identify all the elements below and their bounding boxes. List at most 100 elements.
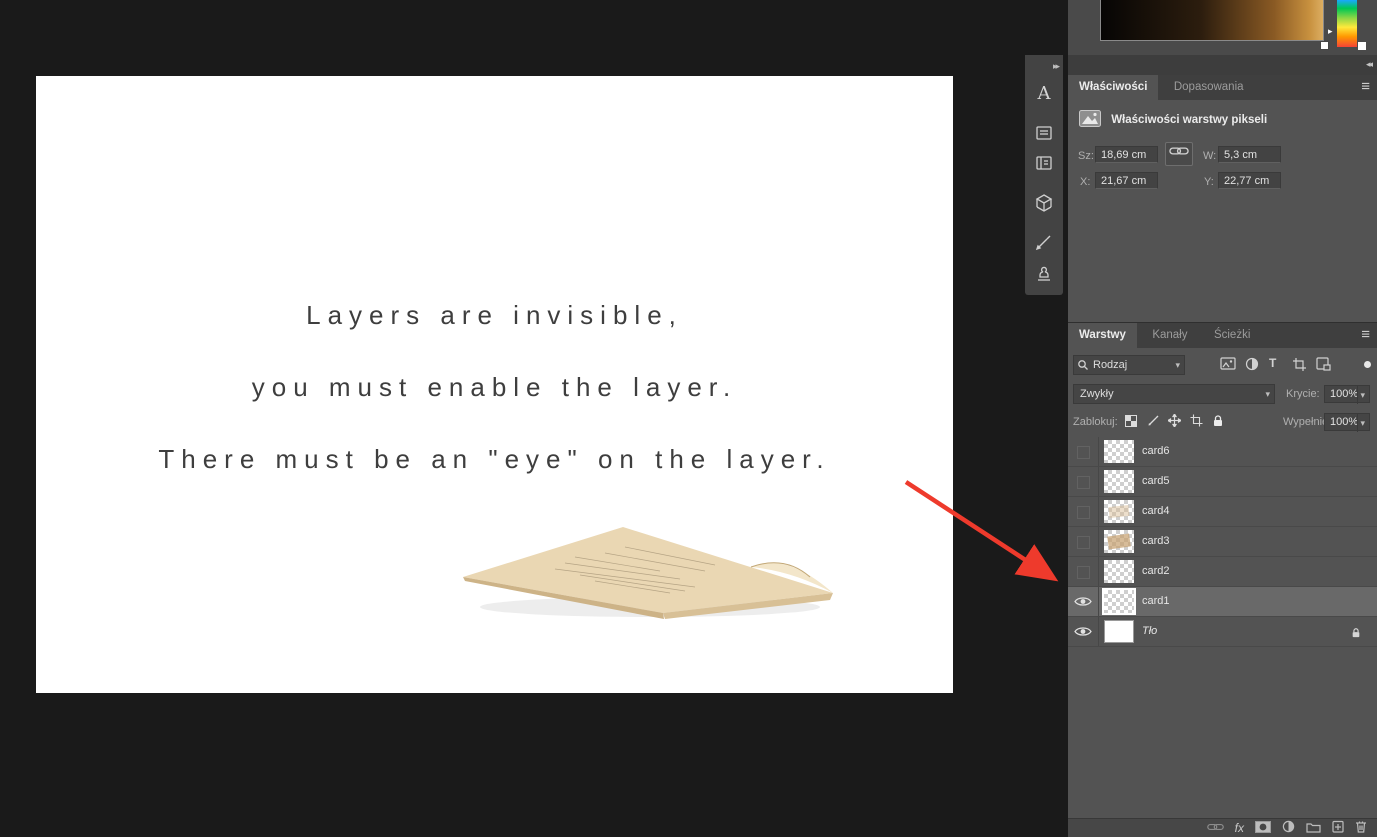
filter-shape-layers-icon[interactable] — [1292, 357, 1307, 377]
filter-smart-objects-icon[interactable] — [1316, 357, 1331, 376]
color-swatch-white[interactable] — [1358, 42, 1366, 50]
layer-name: card3 — [1142, 535, 1170, 547]
layers-footer: fx — [1068, 818, 1377, 837]
layer-list: card6 card5 card4 card3 card2 card1 Tło — [1068, 437, 1377, 647]
hue-ramp[interactable] — [1337, 0, 1357, 47]
hidden-eye-well — [1077, 536, 1090, 549]
link-layers-icon[interactable] — [1206, 822, 1224, 835]
opacity-field[interactable]: 100% ▾ — [1324, 385, 1370, 404]
layer-row-card3[interactable]: card3 — [1068, 527, 1377, 557]
layer-thumbnail[interactable] — [1104, 560, 1134, 583]
panel-menu-icon[interactable]: ≡ — [1361, 326, 1370, 343]
layer-name: card4 — [1142, 505, 1170, 517]
canvas-text-line: Layers are invisible, — [306, 300, 683, 330]
lock-all-icon[interactable] — [1212, 414, 1224, 432]
visibility-toggle[interactable] — [1068, 617, 1099, 646]
visibility-toggle[interactable] — [1068, 437, 1099, 466]
layers-panel: Rodzaj ▾ T Zwykły ▾ Krycie: 100% ▾ Zablo… — [1068, 348, 1377, 818]
visibility-toggle[interactable] — [1068, 467, 1099, 496]
lock-pixels-icon[interactable] — [1147, 414, 1160, 432]
new-group-icon[interactable] — [1306, 821, 1321, 836]
properties-subtitle: Właściwości warstwy pikseli — [1079, 110, 1267, 130]
properties-subtitle-text: Właściwości warstwy pikseli — [1111, 114, 1268, 126]
fill-field[interactable]: 100% ▾ — [1324, 413, 1370, 432]
opacity-label: Krycie: — [1286, 388, 1320, 400]
brushes-panel-icon[interactable] — [1025, 233, 1063, 256]
layer-row-card2[interactable]: card2 — [1068, 557, 1377, 587]
tab-adjustments[interactable]: Dopasowania — [1163, 75, 1255, 100]
layer-row-card4[interactable]: card4 — [1068, 497, 1377, 527]
layer-thumbnail[interactable] — [1102, 588, 1136, 615]
filter-label: Rodzaj — [1093, 359, 1128, 371]
height-field[interactable]: 5,3 cm — [1218, 146, 1281, 163]
collapsed-panels-strip: ▸▸ A — [1025, 55, 1063, 295]
width-field[interactable]: 18,69 cm — [1095, 146, 1158, 163]
gradient-stop-marker[interactable] — [1320, 41, 1329, 50]
layer-lock-icon — [1351, 625, 1361, 643]
visibility-toggle[interactable] — [1068, 497, 1099, 526]
hidden-eye-well — [1077, 566, 1090, 579]
tab-paths[interactable]: Ścieżki — [1203, 323, 1261, 348]
filter-pixel-layers-icon[interactable] — [1220, 357, 1236, 375]
layers-tabbar: Warstwy Kanały Ścieżki ≡ — [1068, 322, 1377, 348]
new-layer-icon[interactable] — [1332, 820, 1344, 836]
hue-slider-marker[interactable]: ▸ — [1328, 26, 1333, 37]
hidden-eye-well — [1077, 476, 1090, 489]
glyphs-panel-icon[interactable] — [1025, 155, 1063, 176]
layer-row-background[interactable]: Tło — [1068, 617, 1377, 647]
paragraph-panel-icon[interactable] — [1025, 125, 1063, 146]
add-mask-icon[interactable] — [1255, 820, 1271, 836]
layer-style-icon[interactable]: fx — [1235, 822, 1244, 834]
lock-position-icon[interactable] — [1166, 412, 1183, 432]
link-dimensions-button[interactable] — [1165, 142, 1193, 166]
layer-name: card5 — [1142, 475, 1170, 487]
canvas-text-line: There must be an "eye" on the layer. — [158, 444, 831, 474]
dock-header-bar: ◂◂ — [1068, 55, 1377, 76]
layer-filter-dropdown[interactable]: Rodzaj ▾ — [1073, 355, 1185, 375]
chevron-down-icon: ▾ — [1175, 360, 1180, 370]
layer-thumbnail[interactable] — [1104, 470, 1134, 493]
visibility-toggle[interactable] — [1068, 557, 1099, 586]
tab-layers[interactable]: Warstwy — [1068, 323, 1137, 348]
panel-dock: ▸ ◂◂ Właściwości Dopasowania ≡ Właściwoś… — [1068, 0, 1377, 837]
folded-paper-image — [463, 527, 833, 619]
character-panel-icon[interactable]: A — [1025, 83, 1063, 104]
filter-adjustment-layers-icon[interactable] — [1245, 357, 1259, 376]
collapse-panels-icon[interactable]: ◂◂ — [1366, 59, 1373, 70]
layer-row-card5[interactable]: card5 — [1068, 467, 1377, 497]
gradient-preview[interactable] — [1100, 0, 1324, 41]
visibility-toggle[interactable] — [1068, 587, 1099, 616]
clone-source-panel-icon[interactable] — [1025, 265, 1063, 288]
layer-thumbnail[interactable] — [1104, 440, 1134, 463]
expand-panels-icon[interactable]: ▸▸ — [1053, 61, 1060, 72]
panel-menu-icon[interactable]: ≡ — [1361, 78, 1370, 95]
hidden-eye-well — [1077, 446, 1090, 459]
lock-artboard-icon[interactable] — [1190, 414, 1203, 432]
visibility-toggle[interactable] — [1068, 527, 1099, 556]
blend-mode-select[interactable]: Zwykły ▾ — [1073, 384, 1275, 404]
tab-properties[interactable]: Właściwości — [1068, 75, 1159, 100]
layer-thumbnail[interactable] — [1104, 530, 1134, 553]
x-label: X: — [1080, 176, 1091, 188]
document-canvas[interactable]: Layers are invisible, you must enable th… — [36, 76, 953, 693]
tab-channels[interactable]: Kanały — [1141, 323, 1198, 348]
add-adjustment-icon[interactable] — [1282, 820, 1295, 836]
search-icon — [1078, 360, 1088, 370]
3d-panel-icon[interactable] — [1025, 193, 1063, 218]
lock-transparency-icon[interactable] — [1125, 414, 1137, 432]
layer-name: card6 — [1142, 445, 1170, 457]
layer-row-card1[interactable]: card1 — [1068, 587, 1377, 617]
opacity-value: 100% — [1330, 388, 1359, 400]
layer-row-card6[interactable]: card6 — [1068, 437, 1377, 467]
layer-thumbnail[interactable] — [1104, 500, 1134, 523]
photoshop-workspace: Layers are invisible, you must enable th… — [0, 0, 1377, 837]
layer-thumbnail[interactable] — [1104, 620, 1134, 643]
width-label: Sz: — [1078, 150, 1094, 162]
delete-layer-icon[interactable] — [1355, 820, 1367, 836]
height-label: W: — [1203, 150, 1217, 162]
filter-toggle-icon[interactable] — [1364, 361, 1371, 368]
color-panel-partial: ▸ — [1068, 0, 1377, 55]
y-field[interactable]: 22,77 cm — [1218, 172, 1281, 189]
x-field[interactable]: 21,67 cm — [1095, 172, 1158, 189]
filter-type-layers-icon[interactable]: T — [1269, 356, 1276, 370]
